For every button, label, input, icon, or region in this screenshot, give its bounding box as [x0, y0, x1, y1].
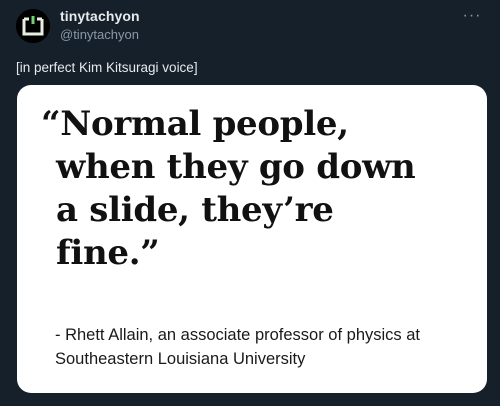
tweet-media-image[interactable]: “Normal people, when they go down a slid… [17, 85, 487, 393]
tweet-text: [in perfect Kim Kitsuragi voice] [16, 60, 198, 75]
quote-line: fine.” [56, 233, 160, 273]
author-block: tinytachyon @tinytachyon [60, 7, 140, 44]
quote-attribution: - Rhett Allain, an associate professor o… [55, 323, 475, 371]
author-handle[interactable]: @tinytachyon [60, 26, 140, 44]
quote-line: a slide, they’re [56, 190, 334, 230]
author-display-name[interactable]: tinytachyon [60, 7, 140, 25]
tweet-header: tinytachyon @tinytachyon ··· [16, 7, 486, 43]
attribution-line: Southeastern Louisiana University [55, 350, 306, 368]
quote-text: “Normal people, when they go down a slid… [41, 103, 471, 275]
avatar-bracket-icon [16, 9, 50, 43]
more-options-button[interactable]: ··· [458, 7, 486, 25]
quote-line: when they go down [56, 147, 416, 187]
attribution-line: - Rhett Allain, an associate professor o… [55, 326, 421, 344]
avatar[interactable] [16, 9, 50, 43]
quote-line: “Normal people, [41, 104, 349, 144]
